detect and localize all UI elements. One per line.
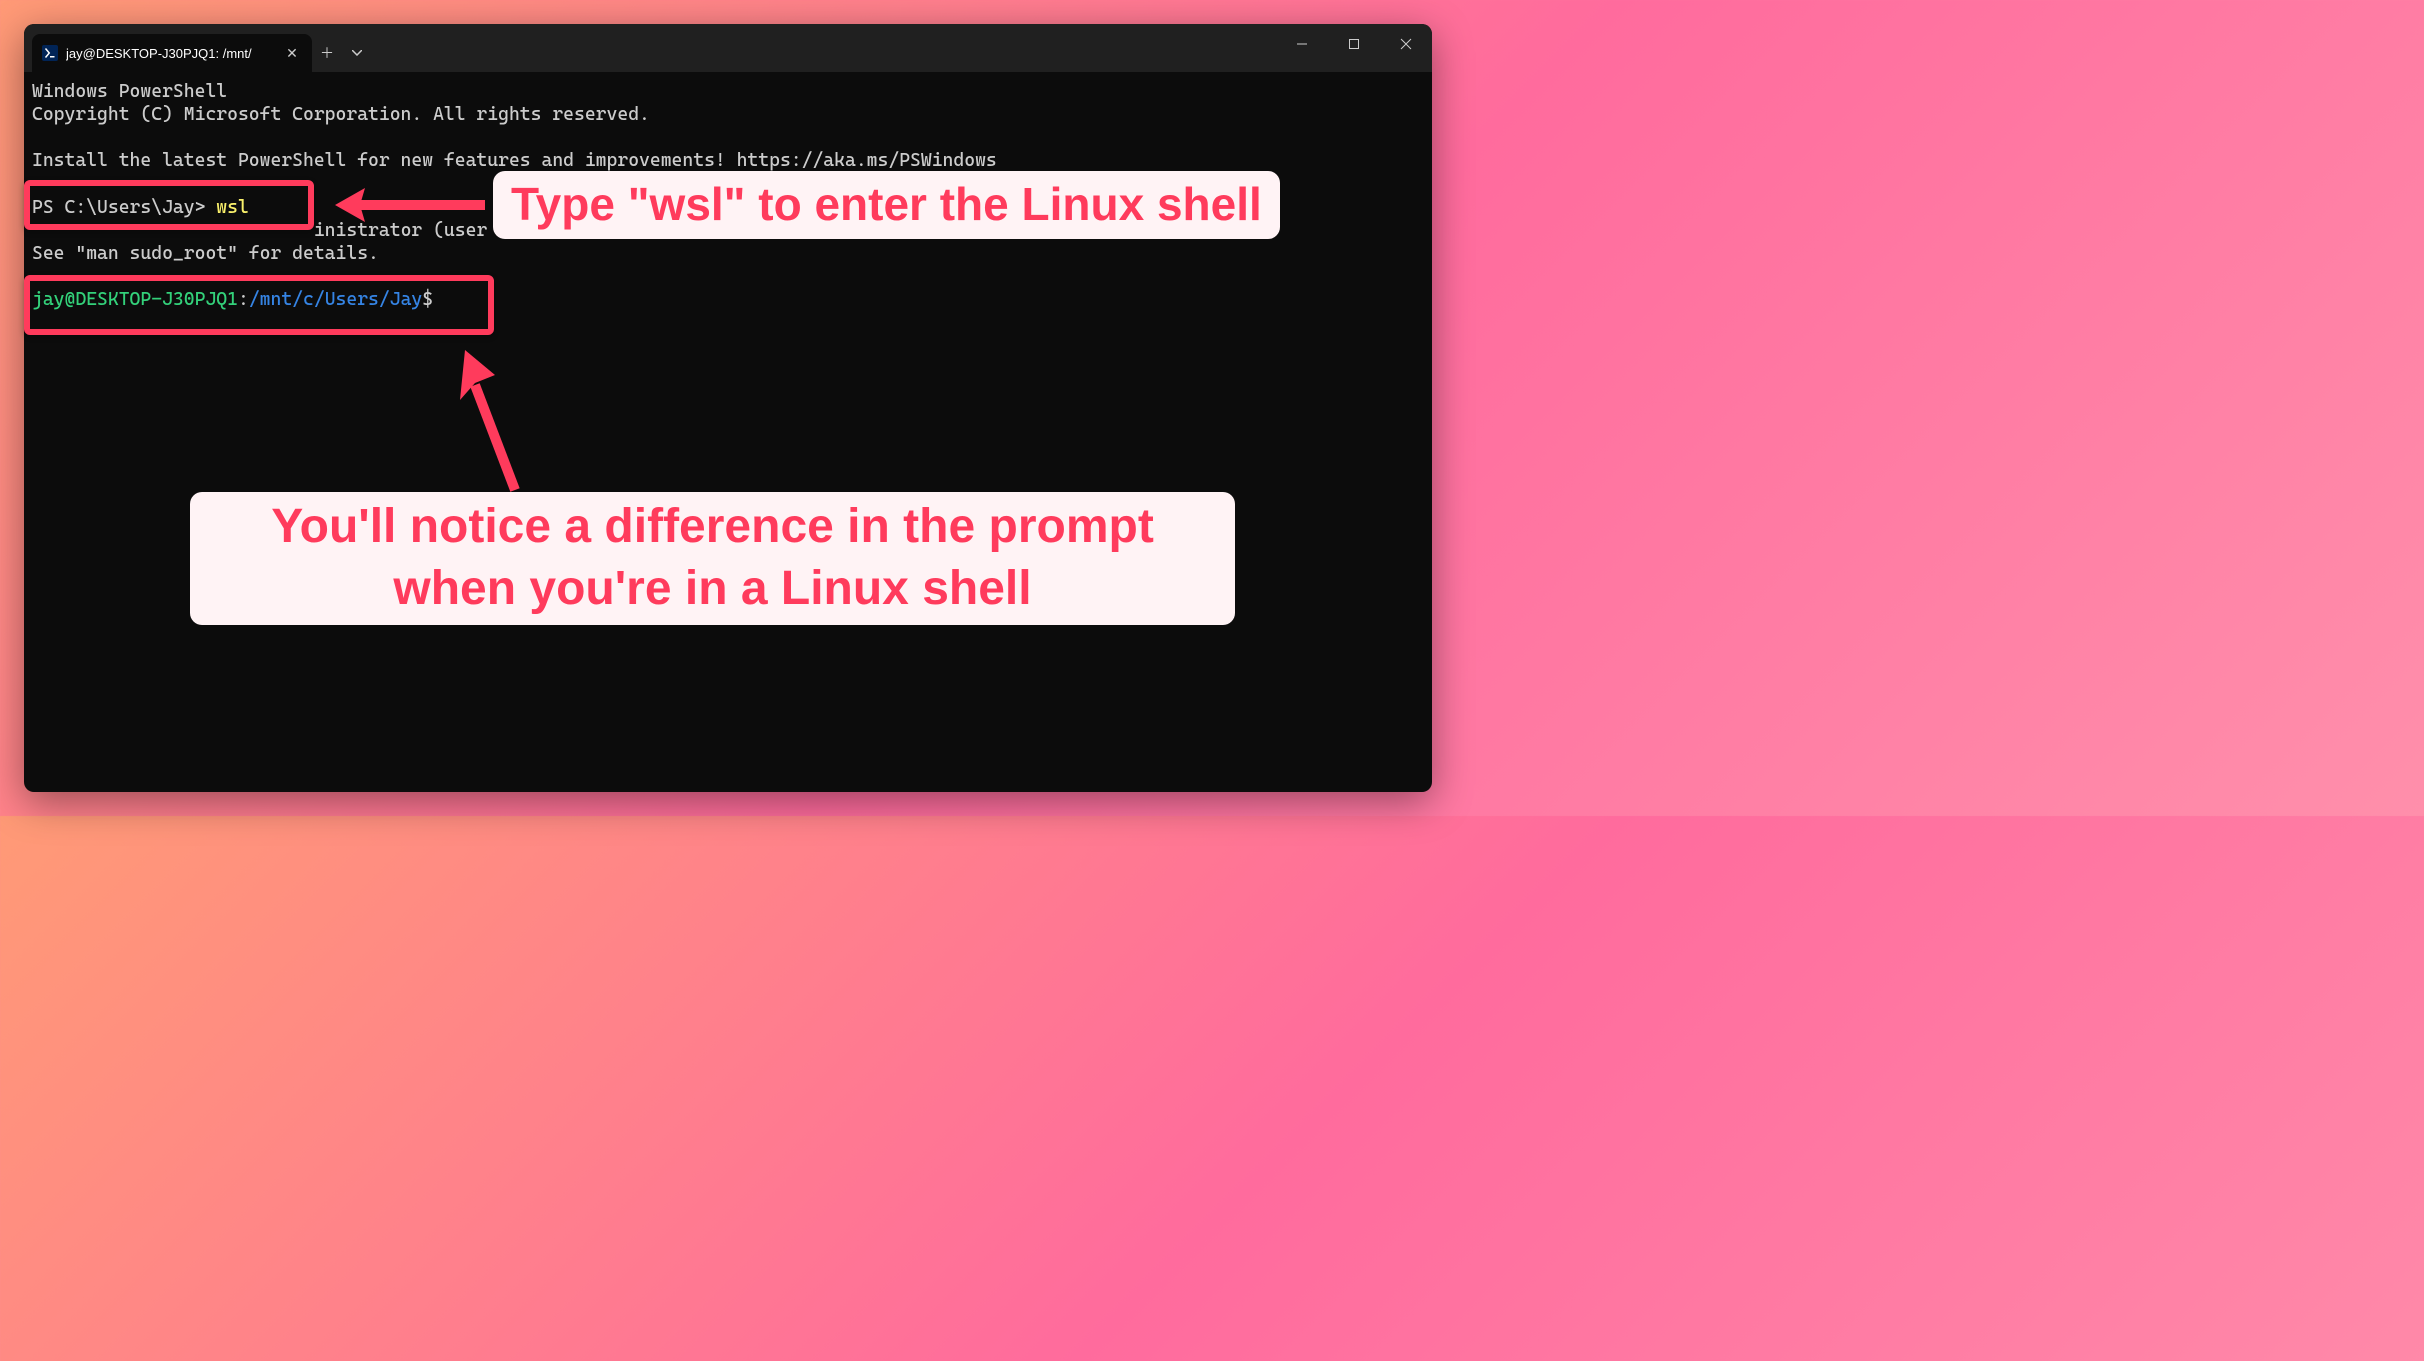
terminal-window: jay@DESKTOP-J30PJQ1: /mnt/ ✕ ＋ Windows P… xyxy=(24,24,1432,792)
callout-wsl: Type "wsl" to enter the Linux shell xyxy=(493,171,1280,239)
highlight-box-wsl-command xyxy=(24,180,314,230)
powershell-icon xyxy=(42,45,58,61)
tab-dropdown-button[interactable] xyxy=(342,34,372,72)
maximize-button[interactable] xyxy=(1328,24,1380,64)
highlight-box-linux-prompt xyxy=(24,275,494,335)
minimize-button[interactable] xyxy=(1276,24,1328,64)
titlebar: jay@DESKTOP-J30PJQ1: /mnt/ ✕ ＋ xyxy=(24,24,1432,72)
ps-header-line2: Copyright (C) Microsoft Corporation. All… xyxy=(32,104,650,125)
sudo-line: See "man sudo_root" for details. xyxy=(32,243,379,264)
close-window-button[interactable] xyxy=(1380,24,1432,64)
ps-install-line: Install the latest PowerShell for new fe… xyxy=(32,150,997,171)
active-tab[interactable]: jay@DESKTOP-J30PJQ1: /mnt/ ✕ xyxy=(32,34,312,72)
ps-header-line1: Windows PowerShell xyxy=(32,81,227,102)
new-tab-button[interactable]: ＋ xyxy=(312,34,342,72)
callout-prompt: You'll notice a difference in the prompt… xyxy=(190,492,1235,625)
arrow-to-prompt-icon xyxy=(440,335,540,495)
tab-title: jay@DESKTOP-J30PJQ1: /mnt/ xyxy=(66,46,274,61)
close-tab-icon[interactable]: ✕ xyxy=(282,43,302,63)
window-controls xyxy=(1276,24,1432,64)
arrow-to-wsl-icon xyxy=(330,180,490,230)
